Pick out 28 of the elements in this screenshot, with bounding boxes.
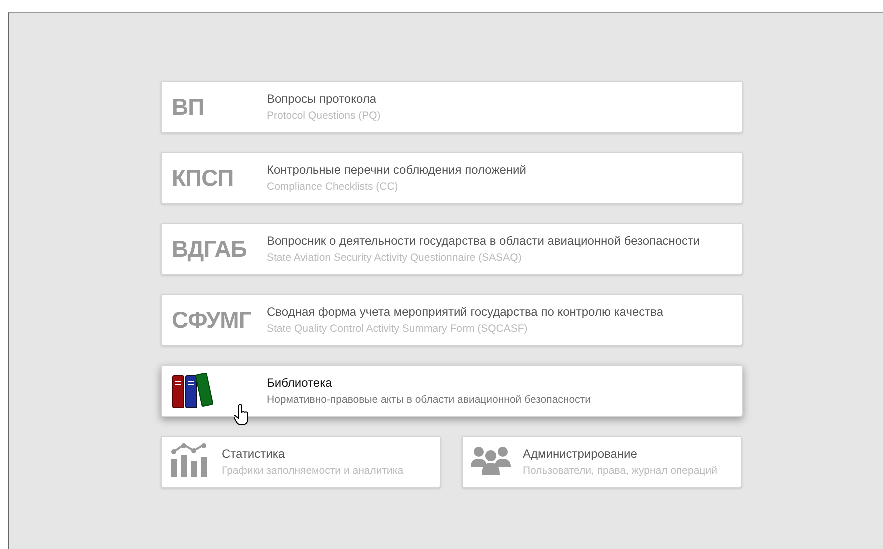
module-card[interactable]: КПСП Контрольные перечни соблюдения положений Compliance Checklists (CC) bbox=[161, 152, 743, 204]
module-card[interactable]: ВДГАБ Вопросник о деятельности государства в области авиационной безопасности State Aviation Security Activity Questionnaire (SASAQ) bbox=[161, 223, 743, 275]
module-card[interactable]: СФУМГ Сводная форма учета мероприятий государства по контролю качества State Quality Control Activity Summary Form (SQCASF) bbox=[161, 294, 743, 346]
module-subtitle: Нормативно-правовые акты в области авиационной безопасности bbox=[267, 394, 591, 406]
module-title: Контрольные перечни соблюдения положений bbox=[267, 163, 526, 177]
module-title: Библиотека bbox=[267, 376, 334, 390]
module-abbreviation: КПСП bbox=[172, 164, 234, 192]
module-abbreviation: ВДГАБ bbox=[172, 236, 247, 262]
module-subtitle: State Aviation Security Activity Questionnaire (SASAQ) bbox=[267, 252, 523, 264]
books-icon bbox=[172, 373, 214, 409]
module-subtitle: State Quality Control Activity Summary Form (SQCASF) bbox=[267, 323, 529, 335]
tool-title: Администрирование bbox=[523, 447, 638, 461]
module-card[interactable]: ВП Вопросы протокола Protocol Questions (PQ) bbox=[161, 81, 743, 133]
users-icon bbox=[471, 444, 511, 474]
hand-cursor-icon bbox=[234, 404, 250, 426]
tool-subtitle: Графики заполняемости и аналитика bbox=[222, 465, 404, 477]
module-subtitle: Compliance Checklists (CC) bbox=[267, 181, 400, 193]
module-abbreviation: СФУМГ bbox=[172, 306, 252, 334]
tool-title: Статистика bbox=[222, 447, 286, 461]
module-title: Сводная форма учета мероприятий государства по контролю качества bbox=[267, 305, 664, 319]
tool-card[interactable]: Администрирование Пользователи, права, журнал операций bbox=[462, 436, 742, 488]
tool-subtitle: Пользователи, права, журнал операций bbox=[523, 465, 718, 477]
module-title: Вопросник о деятельности государства в области авиационной безопасности bbox=[267, 234, 700, 248]
module-abbreviation: ВП bbox=[172, 94, 204, 120]
module-title: Вопросы протокола bbox=[267, 92, 378, 106]
tool-card[interactable]: Статистика Графики заполняемости и аналитика bbox=[161, 436, 441, 488]
module-subtitle: Protocol Questions (PQ) bbox=[267, 110, 381, 122]
bar-chart-icon bbox=[170, 442, 210, 476]
